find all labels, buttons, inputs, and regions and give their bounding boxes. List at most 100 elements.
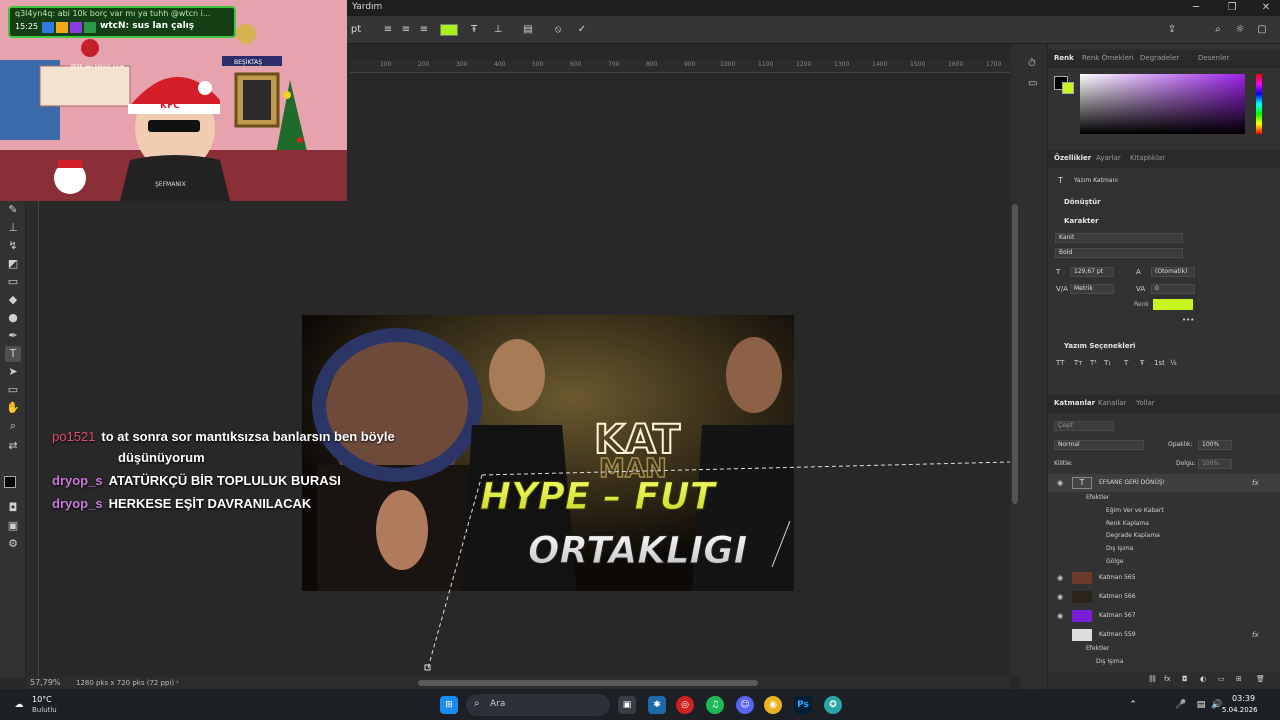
type-option-button[interactable]: ½ — [1170, 359, 1177, 367]
new-group-icon[interactable]: ▭ — [1218, 675, 1225, 683]
layer-row[interactable]: ◉ Katman 567 — [1048, 607, 1280, 625]
app-icon[interactable]: ◎ — [676, 696, 694, 714]
type-option-button[interactable]: TT — [1056, 359, 1064, 367]
dodge-tool-icon[interactable]: ● — [5, 310, 21, 326]
section-transform[interactable]: Dönüştür — [1064, 198, 1101, 206]
comments-icon[interactable]: ▭ — [1028, 78, 1037, 89]
minimize-icon[interactable]: ─ — [1184, 0, 1208, 16]
gradient-tool-icon[interactable]: ▭ — [5, 274, 21, 290]
vertical-scrollbar[interactable] — [1010, 44, 1020, 677]
windows-start-icon[interactable]: ⊞ — [440, 696, 458, 714]
zoom-level[interactable]: 57,79% — [30, 678, 61, 687]
menu-help[interactable]: Yardım — [352, 2, 382, 12]
link-layers-icon[interactable]: ⛓ — [1148, 675, 1157, 683]
more-options-icon[interactable]: ••• — [1182, 316, 1194, 324]
tray-chevron-icon[interactable]: ⌃ — [1124, 696, 1142, 714]
horizontal-scrollbar-thumb[interactable] — [418, 680, 758, 686]
visibility-off-icon[interactable]: · — [1054, 626, 1066, 644]
edit-toolbar-icon[interactable]: ⚙ — [5, 536, 21, 552]
leading-field[interactable]: (Otomatik) — [1151, 267, 1195, 277]
layer-row[interactable]: ◉ Katman 566 — [1048, 588, 1280, 606]
weather-temp[interactable]: 10°C — [32, 695, 52, 704]
type-option-button[interactable]: Ŧ — [1140, 359, 1144, 367]
chevron-right-icon[interactable]: › — [176, 678, 179, 686]
color-background-swatch[interactable] — [1062, 82, 1074, 94]
spotify-icon[interactable]: ♫ — [706, 696, 724, 714]
weather-icon[interactable]: ☁ — [10, 696, 28, 714]
close-icon[interactable]: ✕ — [1254, 0, 1278, 16]
effect-item[interactable]: Dış Işıma — [1096, 658, 1123, 665]
path-select-icon[interactable]: ➤ — [5, 364, 21, 380]
effect-item[interactable]: Gölge — [1106, 558, 1124, 565]
font-style-select[interactable]: Bold — [1055, 248, 1183, 258]
swap-colors-icon[interactable]: ⇄ — [5, 438, 21, 454]
stamp-tool-icon[interactable]: ⊥ — [5, 220, 21, 236]
font-size-unit[interactable]: pt — [346, 22, 366, 38]
tracking-field[interactable]: 0 — [1151, 284, 1195, 294]
align-center-icon[interactable]: ≡ — [398, 22, 414, 38]
tab-libraries[interactable]: Kitaplıklar — [1130, 154, 1165, 162]
kerning-field[interactable]: Metrik — [1070, 284, 1114, 294]
eraser-tool-icon[interactable]: ◩ — [5, 256, 21, 272]
tab-adjustments[interactable]: Ayarlar — [1096, 154, 1121, 162]
weather-desc[interactable]: Bulutlu — [32, 706, 57, 714]
font-family-select[interactable]: Kanit — [1055, 233, 1183, 243]
foreground-color[interactable] — [4, 476, 16, 488]
chrome-icon[interactable]: ◉ — [764, 696, 782, 714]
text-color-swatch[interactable] — [440, 24, 458, 36]
layer-row[interactable]: · Katman 559 fx — [1048, 626, 1280, 644]
clock-time[interactable]: 03:39 — [1232, 694, 1255, 703]
blur-tool-icon[interactable]: ◆ — [5, 292, 21, 308]
visibility-eye-icon[interactable]: ◉ — [1054, 607, 1066, 625]
section-typography[interactable]: Yazım Seçenekleri — [1064, 342, 1135, 350]
transform-handle[interactable] — [424, 664, 431, 671]
tab-patterns[interactable]: Desenler — [1198, 54, 1229, 62]
visibility-eye-icon[interactable]: ◉ — [1054, 569, 1066, 587]
add-style-icon[interactable]: fx — [1164, 675, 1171, 683]
clock-date[interactable]: 5.04.2026 — [1222, 706, 1258, 714]
visibility-eye-icon[interactable]: ◉ — [1054, 474, 1066, 492]
type-option-button[interactable]: Tт — [1074, 359, 1082, 367]
opacity-field[interactable]: 100% — [1198, 440, 1232, 450]
tab-color[interactable]: Renk — [1054, 54, 1074, 62]
search-icon[interactable]: ⌕ — [1210, 22, 1226, 38]
taskbar-search[interactable]: ⌕ Ara — [466, 694, 610, 716]
brush-tool-icon[interactable]: ✎ — [5, 202, 21, 218]
fx-icon[interactable]: fx — [1252, 474, 1259, 492]
tab-swatches[interactable]: Renk Örnekleri — [1082, 54, 1134, 62]
effect-item[interactable]: Degrade Kaplama — [1106, 532, 1160, 539]
effect-item[interactable]: Eğim Ver ve Kabart — [1106, 507, 1164, 514]
microphone-icon[interactable]: 🎤 — [1172, 696, 1190, 714]
history-icon[interactable]: ⏱ — [1028, 58, 1036, 69]
layer-row[interactable]: ◉ Katman 565 — [1048, 569, 1280, 587]
maximize-icon[interactable]: ❐ — [1220, 0, 1244, 16]
new-layer-icon[interactable]: ⊞ — [1236, 675, 1242, 683]
scrollbar-thumb[interactable] — [1012, 204, 1018, 504]
tab-channels[interactable]: Kanallar — [1098, 399, 1127, 407]
light-icon[interactable]: ☼ — [1232, 22, 1248, 38]
tab-properties[interactable]: Özellikler — [1054, 154, 1091, 162]
effect-item[interactable]: Dış Işıma — [1106, 545, 1133, 552]
cancel-edit-icon[interactable]: ⦸ — [550, 22, 566, 38]
type-option-button[interactable]: 1st — [1154, 359, 1165, 367]
workspace-icon[interactable]: ▢ — [1254, 22, 1270, 38]
text-color-field[interactable] — [1153, 299, 1193, 310]
tab-gradients[interactable]: Degradeler — [1140, 54, 1179, 62]
font-size-field[interactable]: 129,67 pt — [1070, 267, 1114, 277]
task-view-icon[interactable]: ▣ — [618, 696, 636, 714]
type-tool-icon[interactable]: T — [5, 346, 21, 362]
commit-edit-icon[interactable]: ✓ — [574, 22, 590, 38]
type-option-button[interactable]: T₁ — [1104, 359, 1111, 367]
pen-tool-icon[interactable]: ✒ — [5, 328, 21, 344]
zoom-tool-icon[interactable]: ⌕ — [5, 418, 21, 434]
add-mask-icon[interactable]: ◘ — [1182, 675, 1188, 683]
layer-row[interactable]: ◉ T EFSANE GERİ DÖNÜŞ! fx — [1048, 474, 1280, 492]
app-icon[interactable]: ✪ — [824, 696, 842, 714]
visibility-eye-icon[interactable]: ◉ — [1054, 588, 1066, 606]
character-panel-icon[interactable]: ▤ — [520, 22, 536, 38]
rectangle-tool-icon[interactable]: ▭ — [5, 382, 21, 398]
quick-mask-icon[interactable]: ◘ — [5, 500, 21, 516]
section-character[interactable]: Karakter — [1064, 217, 1099, 225]
type-option-button[interactable]: T¹ — [1090, 359, 1097, 367]
align-left-icon[interactable]: ≡ — [380, 22, 396, 38]
